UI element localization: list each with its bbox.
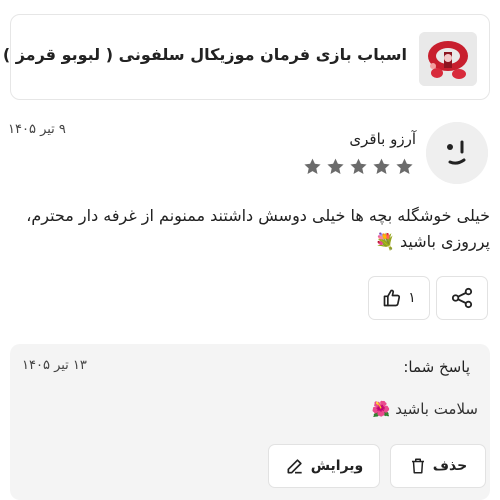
reviewer-avatar [426,122,488,184]
reply-text: سلامت باشید 🌺 [371,400,478,418]
edit-icon [287,459,302,474]
star-icon [304,158,321,174]
rating-stars [303,157,414,176]
delete-button[interactable]: حذف [390,444,486,488]
product-card[interactable]: اسباب بازی فرمان موزیکال سلفونی ( لبوبو … [3,14,490,100]
smiley-face-icon [426,122,488,184]
star-icon [373,158,390,174]
trash-icon [411,458,424,474]
product-title[interactable]: اسباب بازی فرمان موزیکال سلفونی ( لبوبو … [3,45,407,64]
star-icon [350,158,367,174]
reply-date: ۱۳ تیر ۱۴۰۵ [22,358,87,373]
like-button[interactable]: ۱ [368,276,430,320]
edit-button[interactable]: ویرایش [268,444,380,488]
red-steering-wheel-toy-icon [419,32,477,86]
edit-label: ویرایش [310,458,364,474]
star-icon [327,158,344,174]
review-text: خیلی خوشگله بچه ها خیلی دوسش داشتند ممنو… [26,206,490,251]
share-button[interactable] [436,276,488,320]
product-thumbnail[interactable] [419,32,477,86]
delete-label: حذف [432,458,468,474]
star-icon [396,158,413,174]
like-count: ۱ [408,290,416,306]
thumbs-up-icon [383,289,401,307]
reviewer-name: آرزو باقری [349,130,416,148]
review-date: ۹ تیر ۱۴۰۵ [8,122,66,137]
reply-title: پاسخ شما: [403,358,470,376]
share-icon [451,287,473,309]
